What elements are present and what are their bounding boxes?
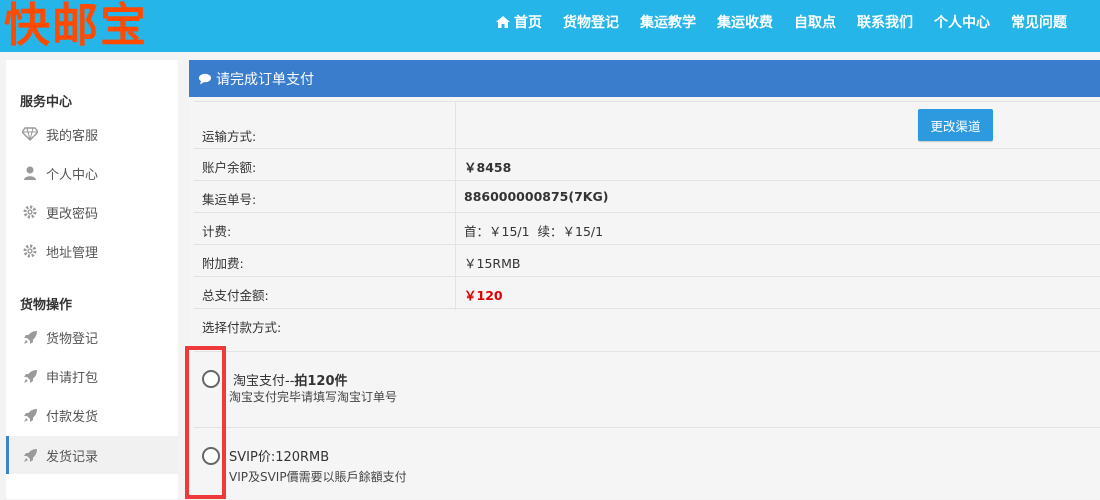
row-label-shipping-method: 运输方式: bbox=[202, 129, 257, 144]
nav-home-label: 首页 bbox=[514, 15, 542, 31]
row-label-balance: 账户余额: bbox=[202, 160, 257, 175]
nav-home[interactable]: 首页 bbox=[496, 12, 542, 32]
rocket-icon bbox=[22, 447, 38, 463]
sidebar-item-pay-ship[interactable]: 付款发货 bbox=[6, 396, 178, 434]
table-row: 选择付款方式: bbox=[194, 308, 1100, 352]
sidebar-item-cargo-register[interactable]: 货物登记 bbox=[6, 318, 178, 356]
sidebar-group-cargo: 货物操作 bbox=[20, 298, 73, 313]
diamond-icon bbox=[22, 126, 38, 142]
sidebar-item-apply-pack[interactable]: 申请打包 bbox=[6, 357, 178, 395]
home-icon bbox=[496, 16, 510, 28]
sidebar-item-customer-service[interactable]: 我的客服 bbox=[6, 115, 178, 153]
top-bar: 快邮宝 首页 货物登记 集运教学 集运收费 自取点 联系我们 个人中心 常见问题 bbox=[0, 0, 1100, 52]
sidebar-item-change-password[interactable]: 更改密码 bbox=[6, 193, 178, 231]
row-value-total: ￥120 bbox=[464, 288, 503, 303]
nav-fees[interactable]: 集运收费 bbox=[717, 12, 773, 32]
table-row: 附加费: ￥15RMB bbox=[194, 244, 1100, 277]
row-value-surcharge: ￥15RMB bbox=[464, 256, 521, 271]
option-svip-subtitle: VIP及SVIP價需要以賬戶餘額支付 bbox=[229, 470, 407, 484]
user-icon bbox=[22, 165, 38, 181]
rocket-icon bbox=[22, 329, 38, 345]
row-value-billing: 首：￥15/1 续：￥15/1 bbox=[464, 224, 604, 239]
rocket-icon bbox=[22, 368, 38, 384]
sidebar-item-label: 货物登记 bbox=[46, 331, 99, 347]
option-taobao-title-prefix: 淘宝支付-- bbox=[233, 374, 295, 389]
row-label-tracking-number: 集运单号: bbox=[202, 192, 257, 207]
nav-user-center[interactable]: 个人中心 bbox=[934, 12, 990, 32]
sidebar-item-label: 个人中心 bbox=[46, 167, 99, 183]
change-channel-button[interactable]: 更改渠道 bbox=[918, 109, 993, 141]
sidebar-item-label: 更改密码 bbox=[46, 206, 99, 222]
table-row: 总支付金额: ￥120 bbox=[194, 276, 1100, 309]
table-row: 集运单号: 886000000875(7KG) bbox=[194, 180, 1100, 213]
table-row: 账户余额: ￥8458 bbox=[194, 148, 1100, 181]
sidebar-item-user-center[interactable]: 个人中心 bbox=[6, 154, 178, 192]
highlight-box bbox=[185, 346, 226, 499]
payment-option-row bbox=[194, 427, 1100, 500]
nav-faq[interactable]: 常见问题 bbox=[1011, 12, 1067, 32]
panel-title: 请完成订单支付 bbox=[216, 71, 314, 88]
sidebar: 服务中心 我的客服 个人中心 更改密码 地址管理 货物操作 货物登记 申请打包 … bbox=[6, 60, 178, 499]
gear-icon bbox=[22, 243, 38, 259]
option-taobao-subtitle: 淘宝支付完毕请填写淘宝订单号 bbox=[229, 390, 398, 404]
comments-icon bbox=[199, 73, 212, 85]
sidebar-item-address[interactable]: 地址管理 bbox=[6, 232, 178, 270]
sidebar-item-label: 付款发货 bbox=[46, 409, 99, 425]
sidebar-item-ship-records[interactable]: 发货记录 bbox=[6, 436, 178, 474]
row-label-surcharge: 附加费: bbox=[202, 256, 244, 271]
main-nav: 首页 货物登记 集运教学 集运收费 自取点 联系我们 个人中心 常见问题 bbox=[496, 0, 1088, 44]
table-row: 计费: 首：￥15/1 续：￥15/1 bbox=[194, 212, 1100, 245]
row-label-billing: 计费: bbox=[202, 224, 232, 239]
nav-contact[interactable]: 联系我们 bbox=[857, 12, 913, 32]
rocket-icon bbox=[22, 407, 38, 423]
option-taobao-title: 淘宝支付--拍120件 bbox=[233, 370, 348, 389]
nav-tutorial[interactable]: 集运教学 bbox=[640, 12, 696, 32]
sidebar-item-label: 申请打包 bbox=[46, 370, 99, 386]
nav-cargo-register[interactable]: 货物登记 bbox=[563, 12, 619, 32]
nav-pickup[interactable]: 自取点 bbox=[794, 12, 836, 32]
row-value-tracking-number: 886000000875(7KG) bbox=[464, 189, 609, 204]
gear-icon bbox=[22, 204, 38, 220]
sidebar-item-label: 我的客服 bbox=[46, 128, 99, 144]
row-label-payment-method: 选择付款方式: bbox=[202, 320, 282, 335]
sidebar-item-label: 发货记录 bbox=[46, 449, 99, 465]
row-label-total: 总支付金额: bbox=[202, 288, 269, 303]
sidebar-item-label: 地址管理 bbox=[46, 245, 99, 261]
option-svip-title: SVIP价:120RMB bbox=[229, 450, 330, 465]
sidebar-group-service: 服务中心 bbox=[20, 95, 73, 110]
row-value-balance: ￥8458 bbox=[464, 160, 512, 175]
option-taobao-title-bold: 拍120件 bbox=[294, 374, 348, 389]
site-logo[interactable]: 快邮宝 bbox=[4, 0, 148, 54]
panel-header: 请完成订单支付 bbox=[189, 60, 1100, 97]
payment-panel: 请完成订单支付 运输方式: 更改渠道 账户余额: ￥8458 集运单号: 886… bbox=[189, 60, 1100, 499]
